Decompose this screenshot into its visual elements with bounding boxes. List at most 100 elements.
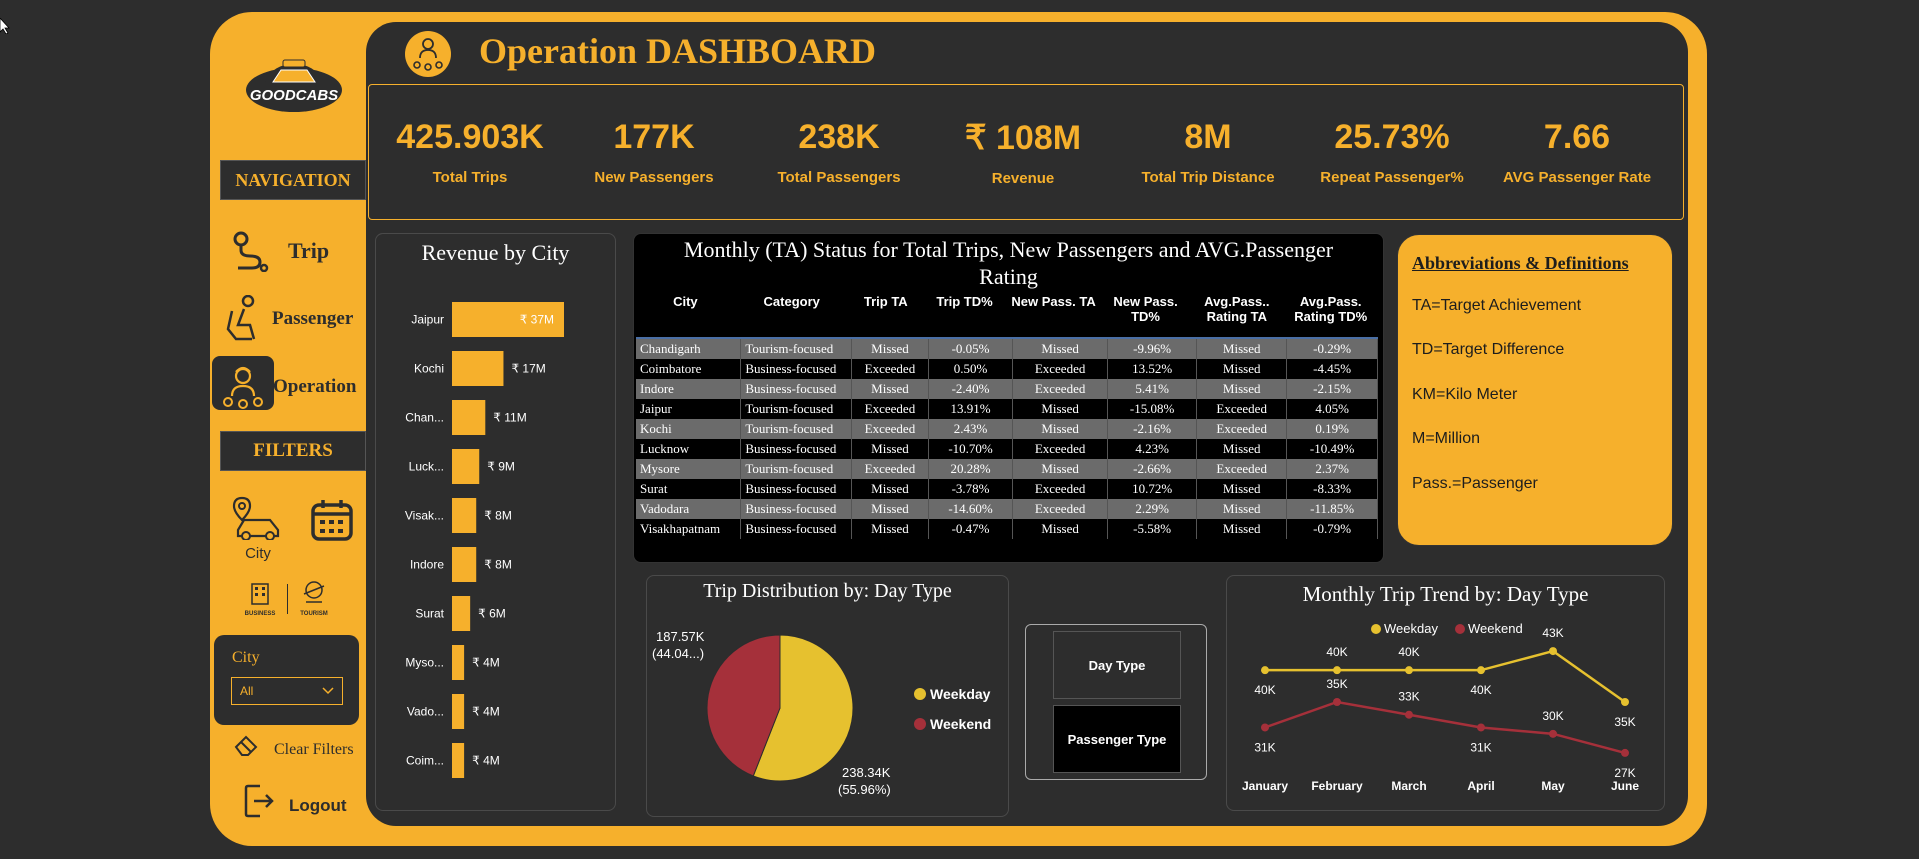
operator-header-icon — [405, 31, 451, 77]
table-row[interactable]: Surat Business-focused Missed -3.78% Exceede… — [636, 479, 1378, 499]
table-cell: -2.40% — [928, 379, 1014, 399]
kpi-label: AVG Passenger Rate — [1502, 169, 1652, 186]
table-cell: Missed — [1196, 359, 1288, 379]
kpi-label: Repeat Passenger% — [1320, 169, 1464, 186]
col-header[interactable]: Avg.Pass.. Rating TA — [1190, 294, 1283, 324]
eraser-icon — [234, 735, 258, 756]
col-header[interactable]: Trip TD% — [923, 294, 1006, 324]
table-cell: Tourism-focused — [740, 399, 852, 419]
table-cell: Business-focused — [740, 359, 852, 379]
table-cell: Business-focused — [740, 519, 852, 539]
x-tick-label: June — [1611, 779, 1639, 793]
table-cell: Missed — [1196, 479, 1288, 499]
trend-data-label: 40K — [1254, 683, 1275, 697]
city-dropdown-value: All — [240, 684, 254, 698]
table-cell: -15.08% — [1107, 399, 1198, 419]
page-title: Operation DASHBOARD — [479, 31, 877, 71]
table-cell: -9.96% — [1107, 338, 1198, 359]
ta-table-title-line2: Rating — [979, 264, 1038, 289]
business-category-button[interactable]: BUSINESS — [240, 582, 280, 617]
legend-label: Weekday — [930, 686, 991, 702]
table-cell: -2.66% — [1107, 459, 1198, 479]
table-row[interactable]: Jaipur Tourism-focused Exceeded 13.91% Misse… — [636, 399, 1378, 419]
ta-table-header: City Category Trip TA Trip TD% New Pass.… — [636, 294, 1378, 324]
col-header[interactable]: Category — [735, 294, 849, 324]
revenue-bar — [452, 694, 465, 729]
kpi-label: Revenue — [991, 170, 1055, 187]
trend-point — [1549, 647, 1557, 656]
table-cell: Missed — [851, 338, 929, 359]
trend-point — [1549, 729, 1557, 738]
trend-data-label: 43K — [1542, 626, 1563, 640]
kpi-value: 25.73% — [1334, 118, 1450, 156]
operator-icon — [223, 366, 263, 409]
kpi-total-trip-distance: 8M Total Trip Distance — [1118, 118, 1298, 186]
table-cell: Missed — [1012, 419, 1109, 439]
table-cell: 4.23% — [1107, 439, 1198, 459]
table-row[interactable]: Vadodara Business-focused Missed -14.60% Exc… — [636, 499, 1378, 519]
table-row[interactable]: Lucknow Business-focused Missed -10.70% Exce… — [636, 439, 1378, 459]
table-cell: -10.70% — [928, 439, 1014, 459]
nav-operation-label: Operation — [273, 376, 357, 397]
table-cell: Exceeded — [1012, 479, 1109, 499]
kpi-total-trips: 425.903K Total Trips — [380, 118, 560, 186]
table-cell: Tourism-focused — [740, 419, 852, 439]
tourism-category-button[interactable]: TOURISM — [294, 580, 334, 617]
nav-operation[interactable]: Operation — [220, 360, 370, 414]
filters-label: FILTERS — [220, 431, 366, 471]
city-filter-icon-button[interactable]: City — [230, 496, 286, 562]
clear-filters-button[interactable]: Clear Filters — [232, 733, 367, 763]
business-category-label: BUSINESS — [244, 611, 276, 617]
kpi-label: Total Trip Distance — [1141, 169, 1275, 186]
table-cell: Indore — [636, 379, 742, 399]
table-row[interactable]: Visakhapatnam Business-focused Missed -0.47… — [636, 519, 1378, 539]
trend-point — [1477, 723, 1485, 732]
table-row[interactable]: Kochi Tourism-focused Exceeded 2.43% Missed -… — [636, 419, 1378, 439]
table-cell: 2.37% — [1286, 459, 1378, 479]
nav-passenger[interactable]: Passenger — [220, 292, 370, 346]
x-tick-label: February — [1311, 779, 1363, 793]
seated-passenger-icon — [226, 295, 256, 341]
legend-marker — [1455, 624, 1465, 634]
col-header[interactable]: New Pass. TA — [1006, 294, 1101, 324]
nav-trip[interactable]: Trip — [220, 224, 370, 278]
table-cell: Vadodara — [636, 499, 742, 519]
route-icon — [233, 231, 269, 272]
trend-data-label: 40K — [1398, 645, 1419, 659]
table-row[interactable]: Mysore Tourism-focused Exceeded 20.28% Misse… — [636, 459, 1378, 479]
table-cell: Exceeded — [1012, 439, 1109, 459]
x-tick-label: April — [1467, 779, 1494, 793]
city-dropdown[interactable]: All — [231, 677, 343, 705]
table-cell: Visakhapatnam — [636, 519, 742, 539]
legend-marker — [914, 688, 926, 700]
table-row[interactable]: Chandigarh Tourism-focused Missed -0.05% Mis… — [636, 338, 1378, 359]
segment-switcher: Day Type Passenger Type — [1025, 624, 1207, 780]
bar-value-label: ₹ 11M — [493, 411, 526, 425]
table-cell: Tourism-focused — [740, 338, 852, 359]
bar-category-label: Jaipur — [411, 313, 444, 327]
bar-category-label: Myso... — [405, 656, 444, 670]
abbreviation-item: Pass.=Passenger — [1412, 475, 1538, 492]
kpi-value: 177K — [613, 118, 695, 156]
table-row[interactable]: Indore Business-focused Missed -2.40% Exceed… — [636, 379, 1378, 399]
table-cell: 0.19% — [1286, 419, 1378, 439]
col-header[interactable]: New Pass. TD% — [1101, 294, 1190, 324]
col-header[interactable]: Trip TA — [849, 294, 923, 324]
city-filter-panel: City All — [214, 635, 359, 725]
mouse-cursor-icon — [0, 18, 10, 34]
calendar-icon[interactable] — [310, 498, 354, 542]
abbreviation-item: M=Million — [1412, 430, 1481, 447]
logout-button[interactable]: Logout — [244, 784, 354, 820]
table-row[interactable]: Coimbatore Business-focused Exceeded 0.50% E… — [636, 359, 1378, 379]
passenger-type-button[interactable]: Passenger Type — [1053, 705, 1181, 773]
table-cell: -0.47% — [928, 519, 1014, 539]
revenue-bar — [452, 743, 465, 778]
x-tick-label: March — [1391, 779, 1426, 793]
table-cell: -2.16% — [1107, 419, 1198, 439]
revenue-bar — [452, 400, 486, 435]
trend-point — [1405, 666, 1413, 675]
col-header[interactable]: Avg.Pass. Rating TD% — [1283, 294, 1378, 324]
day-type-button[interactable]: Day Type — [1053, 631, 1181, 699]
col-header[interactable]: City — [636, 294, 735, 324]
bar-value-label: ₹ 8M — [484, 558, 512, 572]
